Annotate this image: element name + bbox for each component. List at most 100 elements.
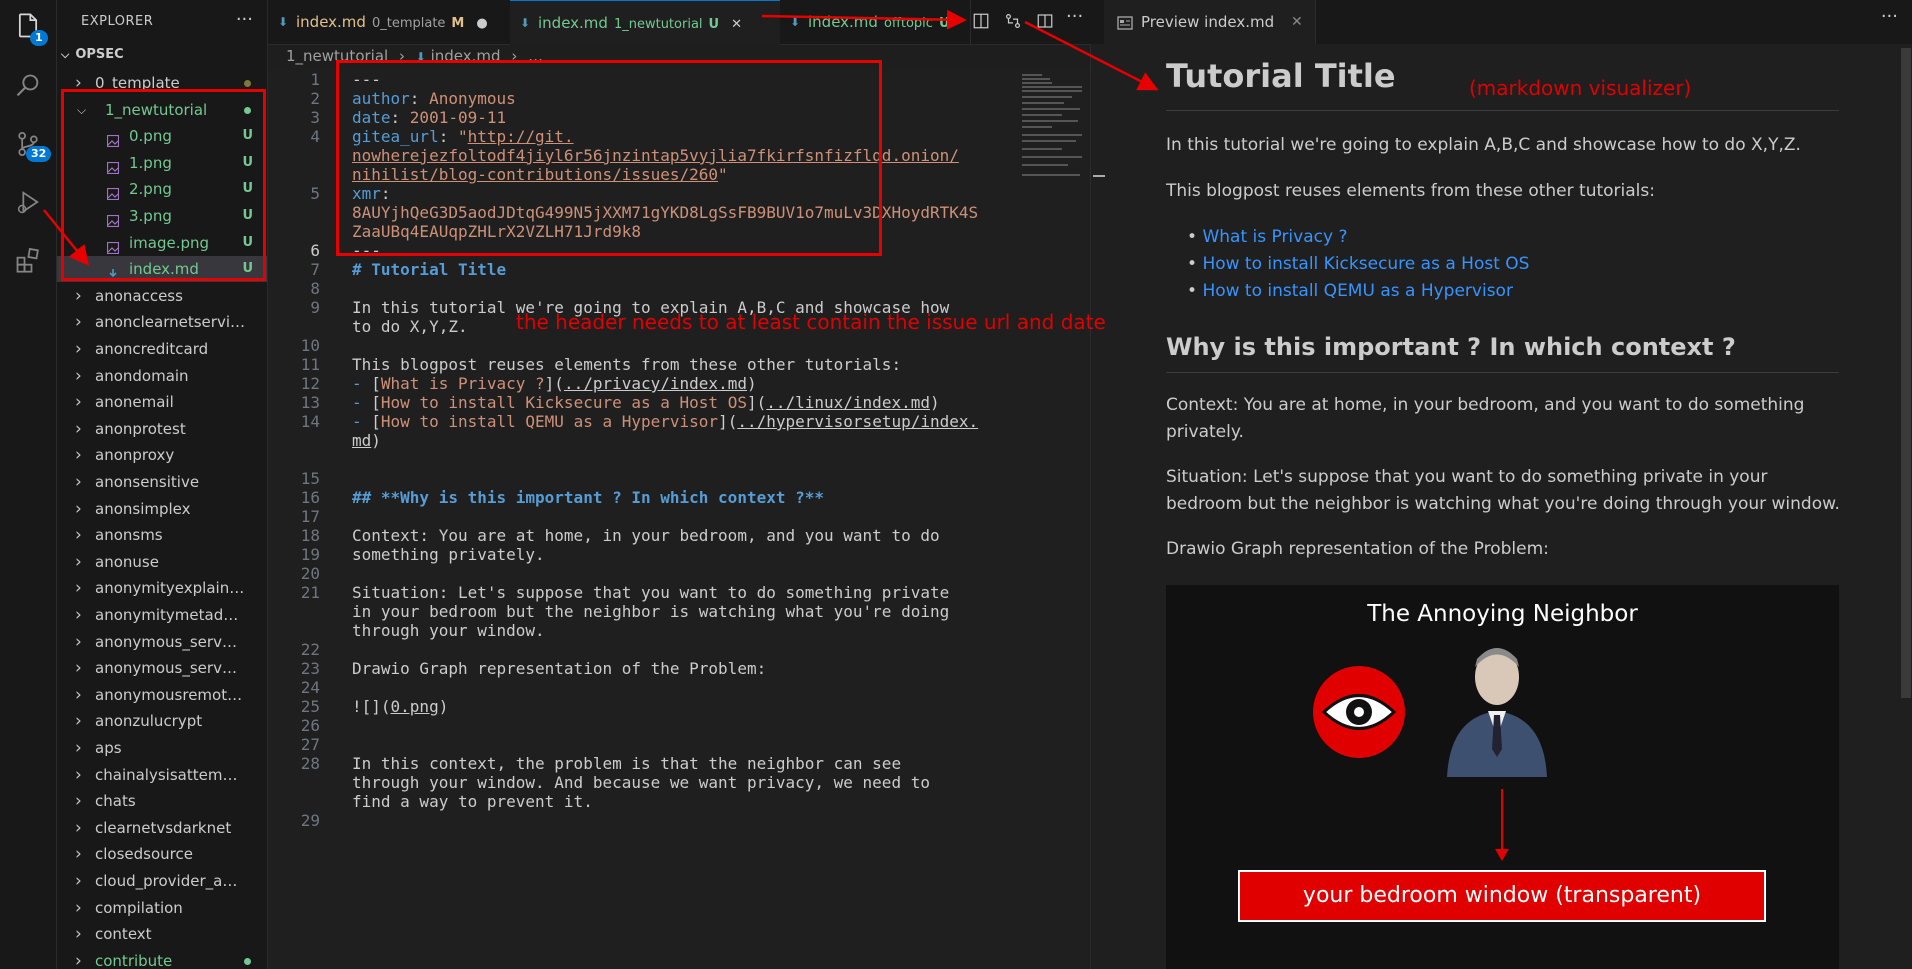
tree-item[interactable]: › chainalysisattempts: [57, 762, 267, 788]
tree-item[interactable]: › anonymous_server…: [57, 629, 267, 655]
line-number: 2: [310, 89, 320, 108]
preview-paragraph-1: In this tutorial we're going to explain …: [1166, 135, 1801, 155]
unsaved-dot-icon[interactable]: ●: [476, 16, 487, 31]
explorer-more-button[interactable]: ···: [236, 9, 253, 30]
activity-bar: 1 32: [0, 0, 57, 969]
chevron-right-icon: ›: [75, 551, 82, 572]
line-number: 20: [300, 564, 320, 583]
tree-item[interactable]: › anonemail: [57, 389, 267, 415]
line-number: 28: [300, 754, 320, 773]
tree-item[interactable]: › anonproxy: [57, 442, 267, 468]
code-line-17: ## **Why is this important ? In which co…: [352, 488, 825, 507]
chevron-right-icon: ›: [75, 871, 82, 891]
chevron-right-icon: ›: [75, 764, 82, 785]
tree-item-label: anoncreditcard: [95, 340, 209, 358]
tree-item-label: closedsource: [95, 845, 193, 864]
tab-index-md[interactable]: ⬇ index.md 1_newtutorial U ✕: [510, 0, 781, 45]
tab-index-md[interactable]: ⬇ index.md 0_template M ●: [268, 0, 511, 44]
tab-index-md[interactable]: ⬇ index.md offtopic U: [780, 0, 971, 44]
tree-item[interactable]: › anonsimplex: [57, 496, 267, 522]
preview-scrollbar[interactable]: [1901, 48, 1911, 698]
code-editor[interactable]: 1 2 3 4 5 6 7 8 9 10 11 12 13 14 15 16 17 18 19 20 21 22 23 24 2…: [268, 60, 1090, 969]
editor-tab-bar: ⬇ index.md 0_template M ● ⬇ index.md 1_newtutor…: [268, 0, 1104, 45]
code-line-11: This blogpost reuses elements from these…: [352, 355, 902, 374]
chevron-right-icon: ›: [75, 631, 82, 652]
link-qemu[interactable]: How to install QEMU as a Hypervisor: [1202, 281, 1513, 301]
source-control-icon[interactable]: 32: [12, 128, 52, 162]
tree-item-label: chainalysisattempts: [95, 765, 245, 784]
close-icon[interactable]: ✕: [731, 17, 742, 32]
tab-git-status: M: [451, 16, 465, 31]
tree-item[interactable]: › clearnetvsdarknet: [57, 815, 267, 841]
eye-icon: [1312, 665, 1406, 763]
chevron-right-icon: ›: [75, 578, 82, 599]
tree-item[interactable]: › anonprotest: [57, 416, 267, 442]
line-number: 11: [300, 355, 320, 374]
chevron-right-icon: ›: [75, 445, 82, 466]
tab-label: index.md: [538, 14, 608, 32]
tree-item[interactable]: › anoncreditcard: [57, 336, 267, 362]
chevron-right-icon: ›: [75, 711, 82, 732]
code-line-14: - [How to install QEMU as a Hypervisor](…: [352, 412, 979, 431]
search-icon[interactable]: [12, 70, 44, 102]
tree-item[interactable]: › anonuse: [57, 549, 267, 575]
workspace-root[interactable]: ⌵ OPSEC: [61, 47, 124, 62]
tree-item[interactable]: › closedsource: [57, 841, 267, 867]
extensions-icon[interactable]: [12, 244, 44, 276]
preview-more-button[interactable]: ···: [1881, 6, 1898, 27]
explorer-icon[interactable]: 1: [12, 10, 48, 46]
title-divider: [1166, 110, 1839, 111]
tree-item[interactable]: › compilation: [57, 895, 267, 921]
compare-changes-icon[interactable]: [1004, 12, 1022, 34]
tree-item[interactable]: › anonclearnetservices: [57, 309, 267, 335]
tree-item[interactable]: › context: [57, 921, 267, 947]
link-privacy[interactable]: What is Privacy ?: [1202, 227, 1347, 247]
chevron-right-icon: ›: [75, 817, 82, 838]
tree-item[interactable]: › anonymitymetadata: [57, 602, 267, 628]
heading-divider: [1166, 372, 1839, 373]
tree-item-label: anonuse: [95, 552, 159, 571]
tab-preview[interactable]: Preview index.md ✕: [1105, 0, 1316, 44]
minimap[interactable]: [1020, 70, 1090, 190]
run-debug-icon[interactable]: [12, 186, 44, 218]
line-number: 24: [300, 678, 320, 697]
tree-item[interactable]: › chats: [57, 788, 267, 814]
chevron-right-icon: ›: [75, 738, 82, 758]
code-line-9-wrap: to do X,Y,Z.: [352, 317, 468, 336]
tab-folder-label: 0_template: [371, 16, 446, 31]
preview-tab-label: Preview index.md: [1141, 13, 1275, 31]
tree-item[interactable]: › anonzulucrypt: [57, 708, 267, 734]
tree-item[interactable]: › anonymityexplained: [57, 575, 267, 601]
minimap-lines: [1022, 74, 1082, 176]
tree-item[interactable]: › aps: [57, 735, 267, 761]
tree-item[interactable]: › anonymousremote…: [57, 682, 267, 708]
code-line-28-wrap-2: find a way to prevent it.: [352, 792, 593, 811]
code-line-21-wrap-2: through your window.: [352, 621, 545, 640]
preview-paragraph-2: This blogpost reuses elements from these…: [1166, 181, 1655, 201]
tree-item[interactable]: › cloud_provider_adv…: [57, 868, 267, 894]
chevron-right-icon: ›: [75, 525, 82, 546]
list-item: • What is Privacy ?: [1187, 227, 1348, 247]
tree-item[interactable]: › anonsensitive: [57, 469, 267, 495]
tree-item-label: anonsensitive: [95, 473, 200, 491]
editor-scrollbar[interactable]: [1090, 44, 1105, 969]
explorer-badge: 1: [30, 30, 48, 46]
scm-badge: 32: [26, 146, 52, 162]
tree-item[interactable]: › contribute: [57, 948, 267, 969]
chevron-right-icon: ›: [75, 684, 82, 705]
tree-item[interactable]: › anonymous_server…: [57, 655, 267, 681]
line-number: 29: [300, 811, 320, 830]
link-kicksecure[interactable]: How to install Kicksecure as a Host OS: [1202, 254, 1529, 274]
tree-item[interactable]: › anonaccess: [57, 283, 267, 309]
chevron-right-icon: ›: [75, 418, 82, 439]
diagram-title: The Annoying Neighbor: [1367, 601, 1638, 627]
line-number: 23: [300, 659, 320, 678]
code-line-25: ![](0.png): [352, 697, 449, 716]
close-icon[interactable]: ✕: [1291, 0, 1303, 44]
editor-more-button[interactable]: ···: [1066, 6, 1083, 27]
tree-item[interactable]: › anonsms: [57, 522, 267, 548]
open-changes-icon[interactable]: [972, 12, 990, 34]
tree-item[interactable]: › anondomain: [57, 363, 267, 389]
tree-item-label: anondomain: [95, 366, 189, 385]
split-editor-icon[interactable]: [1036, 12, 1054, 34]
